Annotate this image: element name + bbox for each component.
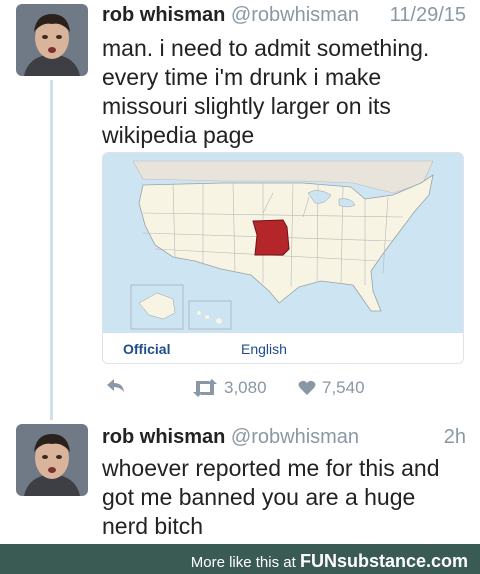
tweet-header: rob whisman @robwhisman xyxy=(102,4,359,27)
avatar[interactable] xyxy=(16,424,88,496)
official-label[interactable]: Official xyxy=(123,341,170,357)
card-language-labels: Official English xyxy=(103,341,463,361)
tweet-text-line: got me banned you are a huge xyxy=(102,484,416,510)
tweet-text-line: wikipedia page xyxy=(102,122,255,148)
avatar[interactable] xyxy=(16,4,88,76)
tweet-header: rob whisman @robwhisman xyxy=(102,426,359,449)
author-name[interactable]: rob whisman xyxy=(102,4,225,26)
footer-promo[interactable]: More like this at FUNsubstance.com xyxy=(191,551,468,572)
retweet-count: 3,080 xyxy=(224,378,267,397)
like-button[interactable]: 7,540 xyxy=(298,378,365,398)
tweet-text-line: every time i'm drunk i make xyxy=(102,64,382,90)
like-count: 7,540 xyxy=(322,378,365,397)
wikipedia-map-card[interactable]: Official English xyxy=(102,152,464,364)
heart-icon xyxy=(298,380,316,395)
author-handle[interactable]: @robwhisman xyxy=(231,4,359,26)
tweet-text-line: whoever reported me for this and xyxy=(102,455,440,481)
usa-map-image xyxy=(103,153,463,333)
footer-brand: FUNsubstance.com xyxy=(299,551,468,571)
avatar-photo xyxy=(16,424,88,496)
tweet-text-line: man. i need to admit something. xyxy=(102,35,430,61)
avatar-photo xyxy=(16,4,88,76)
thread-connector-line xyxy=(50,80,53,420)
reply-icon xyxy=(107,379,124,392)
tweet-text-line: missouri slightly larger on its xyxy=(102,93,391,119)
retweet-icon xyxy=(193,379,217,397)
tweet-text-line: nerd bitch xyxy=(102,513,204,539)
retweet-button[interactable]: 3,080 xyxy=(192,378,267,398)
reply-button[interactable] xyxy=(106,378,126,394)
footer-text: More like this at xyxy=(190,554,296,571)
tweet-text: man. i need to admit something. every ti… xyxy=(102,34,472,150)
tweet-date[interactable]: 2h xyxy=(444,426,466,449)
tweet-date[interactable]: 11/29/15 xyxy=(390,4,466,27)
author-name[interactable]: rob whisman xyxy=(102,426,225,448)
author-handle[interactable]: @robwhisman xyxy=(231,426,359,448)
english-label[interactable]: English xyxy=(241,341,287,357)
site-footer: More like this at FUNsubstance.com xyxy=(0,544,480,574)
tweet-text: whoever reported me for this and got me … xyxy=(102,454,472,541)
